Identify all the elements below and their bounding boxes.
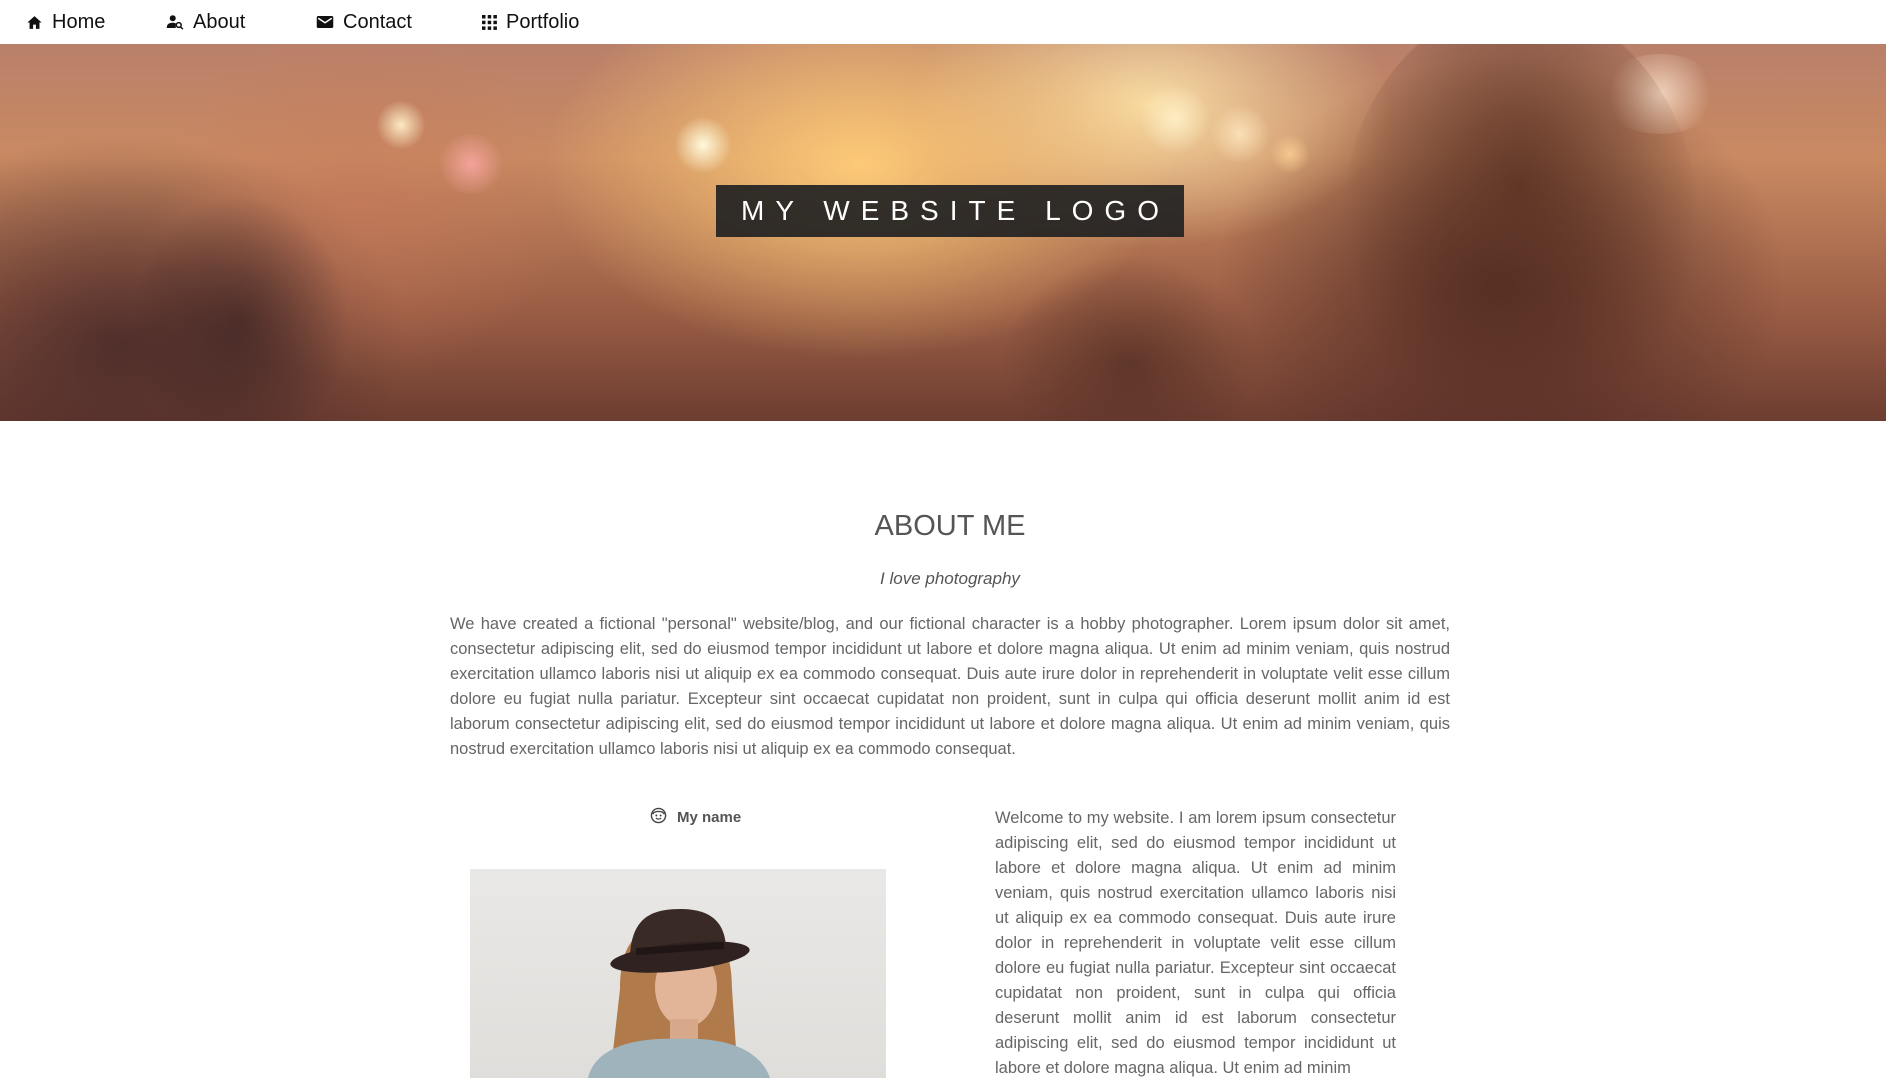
bokeh-light xyxy=(1270,134,1310,174)
bokeh-light xyxy=(1140,84,1210,154)
bokeh-light xyxy=(376,100,426,150)
user-search-icon xyxy=(166,13,184,31)
smiley-icon xyxy=(650,807,667,828)
portrait-photo xyxy=(470,869,886,1078)
nav-home-label: Home xyxy=(52,10,106,33)
nav-about-label: About xyxy=(193,10,246,33)
nav-portfolio[interactable]: Portfolio xyxy=(482,0,579,44)
nav-contact[interactable]: Contact xyxy=(316,0,412,44)
mail-icon xyxy=(316,14,334,30)
name-row: My name xyxy=(650,807,741,828)
bokeh-light xyxy=(1210,104,1270,164)
crowd-silhouette xyxy=(1000,254,1260,421)
bokeh-light xyxy=(436,134,506,194)
about-paragraph: We have created a fictional "personal" w… xyxy=(450,615,1450,758)
home-icon xyxy=(26,14,43,31)
bokeh-light xyxy=(674,116,732,174)
site-logo[interactable]: MY WEBSITE LOGO xyxy=(716,185,1184,237)
about-title: ABOUT ME xyxy=(874,510,1026,542)
grid-icon xyxy=(482,14,497,30)
nav-portfolio-label: Portfolio xyxy=(506,10,580,33)
nav-about[interactable]: About xyxy=(166,0,245,44)
about-subtitle: I love photography xyxy=(880,569,1020,588)
welcome-paragraph: Welcome to my website. I am lorem ipsum … xyxy=(995,809,1396,1077)
hero-banner: MY WEBSITE LOGO xyxy=(0,44,1886,421)
site-logo-text: MY WEBSITE LOGO xyxy=(741,195,1170,226)
nav-contact-label: Contact xyxy=(343,10,412,33)
crowd-silhouette xyxy=(130,194,350,421)
top-navigation: Home About Contact Portfolio xyxy=(0,0,1886,44)
nav-home[interactable]: Home xyxy=(26,0,105,44)
my-name-label: My name xyxy=(677,809,742,826)
portrait-illustration xyxy=(588,909,770,1078)
crowd-silhouette xyxy=(1340,44,1700,421)
